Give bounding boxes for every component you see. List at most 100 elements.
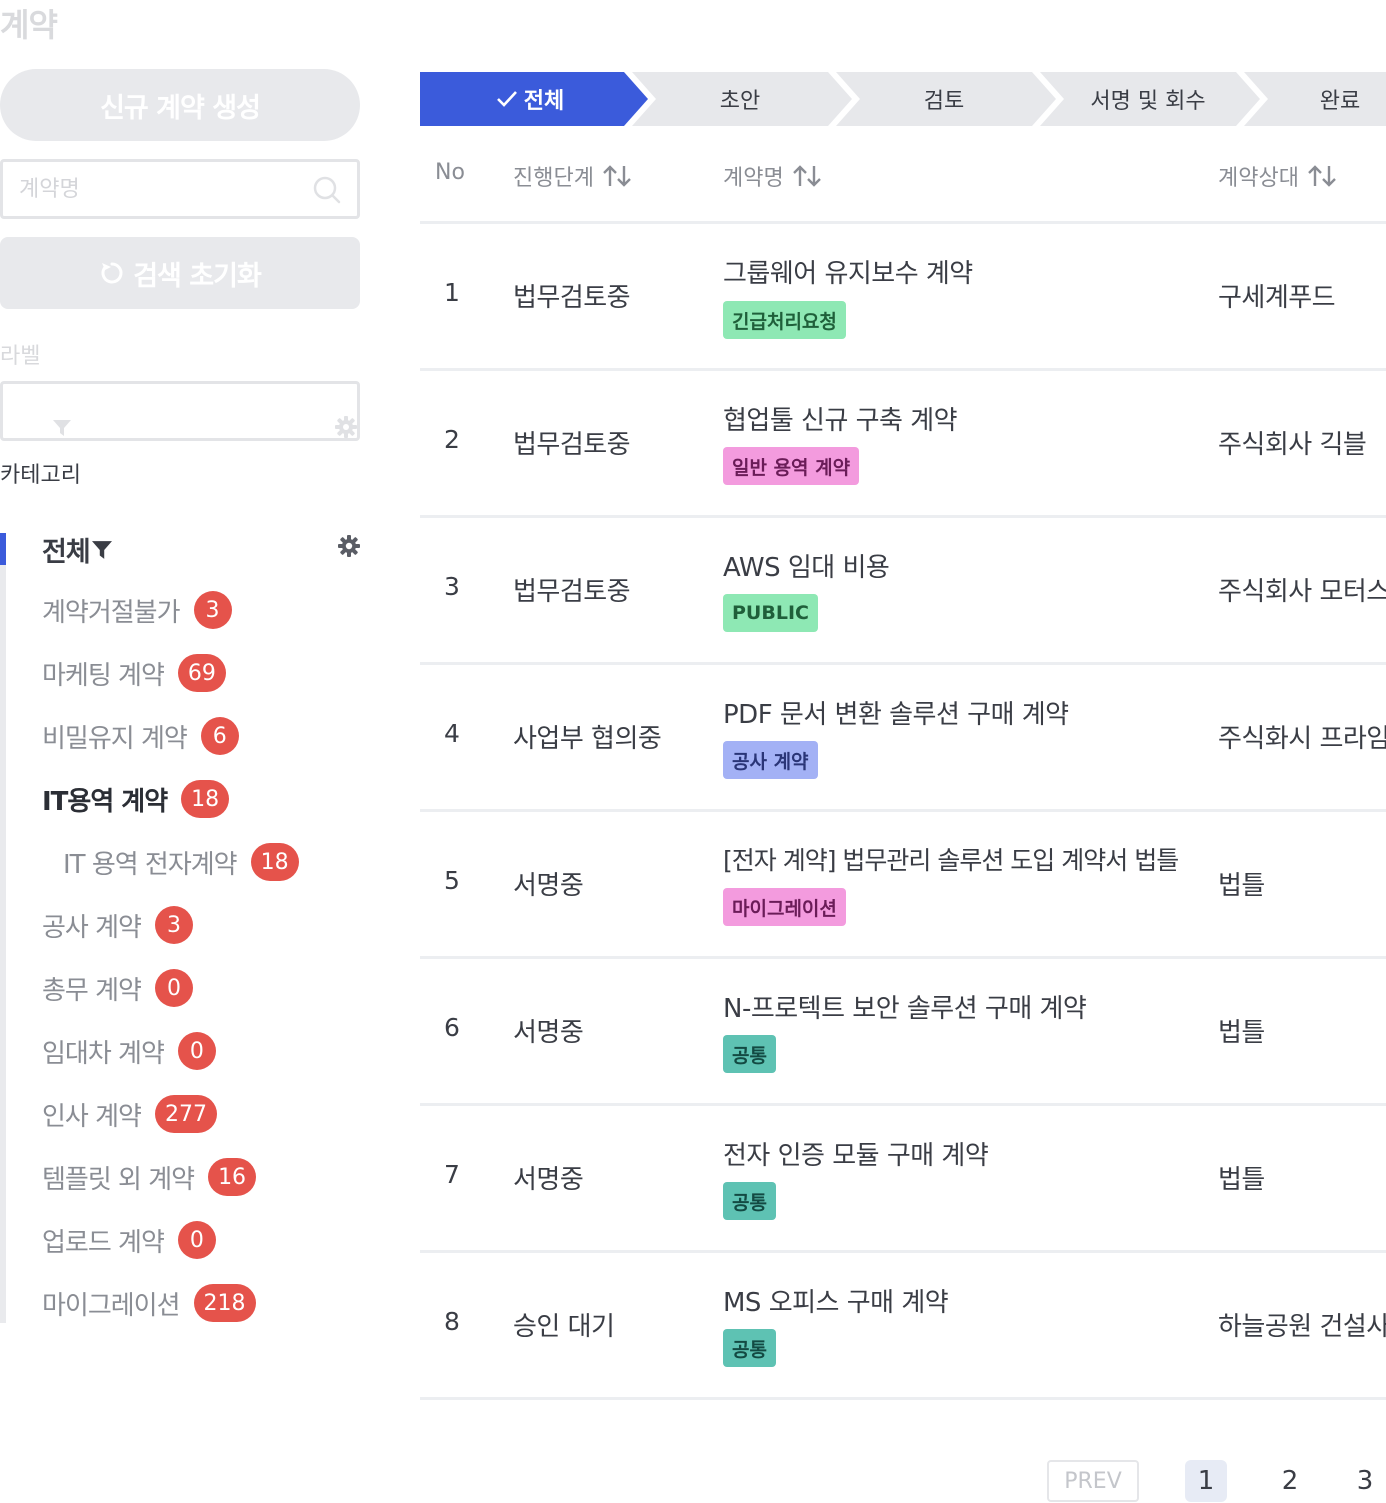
row-no: 2 (444, 425, 460, 454)
search-box (0, 159, 360, 219)
count-badge: 0 (154, 969, 193, 1007)
row-party: 주식회사 모터스 (1218, 577, 1386, 607)
step-complete-label: 완료 (1319, 89, 1361, 114)
label-select[interactable] (0, 381, 360, 441)
row-name[interactable]: PDF 문서 변환 솔루션 구매 계약 (723, 694, 1069, 731)
row-no: 1 (444, 278, 460, 307)
row-tag: 일반 용역 계약 (723, 447, 860, 485)
category-all-label: 전체 (42, 537, 91, 568)
step-complete[interactable]: 완료 (1260, 72, 1386, 126)
row-no: 6 (444, 1013, 460, 1042)
count-badge: 18 (181, 780, 230, 818)
category-item[interactable]: 총무 계약 0 (42, 969, 193, 1007)
category-item[interactable]: 마케팅 계약 69 (42, 654, 226, 692)
row-no: 4 (444, 719, 460, 748)
category-active-indicator (0, 533, 6, 565)
row-name[interactable]: MS 오피스 구매 계약 (723, 1282, 949, 1319)
row-tag: 공통 (723, 1329, 776, 1367)
sort-icon[interactable] (602, 164, 632, 188)
search-icon[interactable] (313, 176, 341, 204)
filter-icon[interactable] (91, 540, 112, 560)
step-all[interactable]: 전체 (420, 72, 640, 126)
category-item[interactable]: 마이그레이션 218 (42, 1284, 256, 1322)
count-badge: 0 (177, 1032, 216, 1070)
pagination-prev-button[interactable]: PREV (1047, 1460, 1139, 1502)
gear-icon[interactable] (335, 416, 357, 438)
count-badge: 16 (208, 1158, 257, 1196)
header-name-label: 계약명 (723, 166, 784, 191)
count-badge: 0 (177, 1221, 216, 1259)
row-party: 주식회사 긱블 (1218, 430, 1367, 460)
row-tag: 마이그레이션 (723, 888, 846, 926)
row-party: 법틀 (1218, 1018, 1265, 1048)
count-badge: 6 (200, 717, 239, 755)
stage-steps: 전체 초안 검토 서명 및 회수 완료 (420, 72, 1386, 126)
header-name[interactable]: 계약명 (723, 160, 822, 192)
count-badge: 18 (250, 843, 299, 881)
category-track (0, 533, 6, 1323)
category-label: 계약거절불가 (42, 597, 181, 628)
category-item[interactable]: 업로드 계약 0 (42, 1221, 216, 1259)
step-review[interactable]: 검토 (846, 72, 1042, 126)
row-name[interactable]: [전자 계약] 법무관리 솔루션 도입 계약서 법틀 (723, 841, 1179, 877)
count-badge: 3 (154, 906, 193, 944)
category-all[interactable]: 전체 (42, 530, 112, 569)
category-item[interactable]: 임대차 계약 0 (42, 1032, 216, 1070)
step-sign-label: 서명 및 회수 (1090, 89, 1206, 114)
pagination-page-3[interactable]: 3 (1344, 1460, 1386, 1502)
row-name[interactable]: 그룹웨어 유지보수 계약 (723, 253, 973, 290)
row-tag: 긴급처리요청 (723, 301, 846, 339)
header-party[interactable]: 계약상대 (1218, 160, 1337, 192)
header-stage[interactable]: 진행단계 (513, 160, 632, 192)
row-tag: 공통 (723, 1035, 776, 1073)
reset-search-button[interactable]: 검색 초기화 (0, 237, 360, 309)
category-label: 임대차 계약 (42, 1038, 165, 1069)
category-item[interactable]: 템플릿 외 계약 16 (42, 1158, 257, 1196)
label-heading: 라벨 (0, 344, 41, 369)
category-settings-icon[interactable] (338, 535, 360, 557)
row-stage: 서명중 (513, 1165, 584, 1195)
row-no: 8 (444, 1307, 460, 1336)
sort-icon[interactable] (1307, 164, 1337, 188)
row-name[interactable]: 협업툴 신규 구축 계약 (723, 400, 958, 437)
row-stage: 법무검토중 (513, 430, 631, 460)
refresh-icon (101, 262, 123, 284)
row-tag: 공통 (723, 1182, 776, 1220)
category-item[interactable]: IT용역 계약 18 (42, 780, 230, 818)
category-label: 마케팅 계약 (42, 660, 165, 691)
sort-icon[interactable] (792, 164, 822, 188)
row-tag: PUBLIC (723, 594, 818, 632)
row-name[interactable]: AWS 임대 비용 (723, 547, 890, 584)
category-label: 업로드 계약 (42, 1227, 165, 1258)
category-item[interactable]: 인사 계약 277 (42, 1095, 217, 1133)
category-item[interactable]: IT 용역 전자계약 18 (63, 843, 299, 881)
check-icon (496, 91, 517, 107)
step-draft[interactable]: 초안 (642, 72, 838, 126)
row-party: 법틀 (1218, 1165, 1265, 1195)
row-stage: 법무검토중 (513, 577, 631, 607)
row-name[interactable]: N-프로텍트 보안 솔루션 구매 계약 (723, 988, 1087, 1025)
category-item[interactable]: 공사 계약 3 (42, 906, 193, 944)
new-contract-button[interactable]: 신규 계약 생성 (0, 69, 360, 141)
category-label: 인사 계약 (42, 1101, 142, 1132)
count-badge: 218 (193, 1284, 256, 1322)
step-review-label: 검토 (923, 89, 965, 114)
category-item[interactable]: 비밀유지 계약 6 (42, 717, 239, 755)
category-label: 마이그레이션 (42, 1290, 181, 1321)
row-name[interactable]: 전자 인증 모듈 구매 계약 (723, 1135, 989, 1172)
category-label: 템플릿 외 계약 (42, 1164, 195, 1195)
row-stage: 서명중 (513, 871, 584, 901)
row-party: 구세계푸드 (1218, 283, 1336, 313)
pagination-page-1[interactable]: 1 (1185, 1460, 1227, 1502)
category-item[interactable]: 계약거절불가 3 (42, 591, 232, 629)
step-sign[interactable]: 서명 및 회수 (1050, 72, 1246, 126)
search-input[interactable] (3, 162, 293, 216)
pagination-page-2[interactable]: 2 (1269, 1460, 1311, 1502)
row-no: 7 (444, 1160, 460, 1189)
row-party: 하늘공원 건설사 (1218, 1312, 1386, 1342)
category-label: IT용역 계약 (42, 786, 168, 817)
header-no-label: No (435, 160, 465, 185)
row-tag: 공사 계약 (723, 741, 818, 779)
row-stage: 승인 대기 (513, 1312, 615, 1342)
category-heading: 카테고리 (0, 463, 81, 488)
